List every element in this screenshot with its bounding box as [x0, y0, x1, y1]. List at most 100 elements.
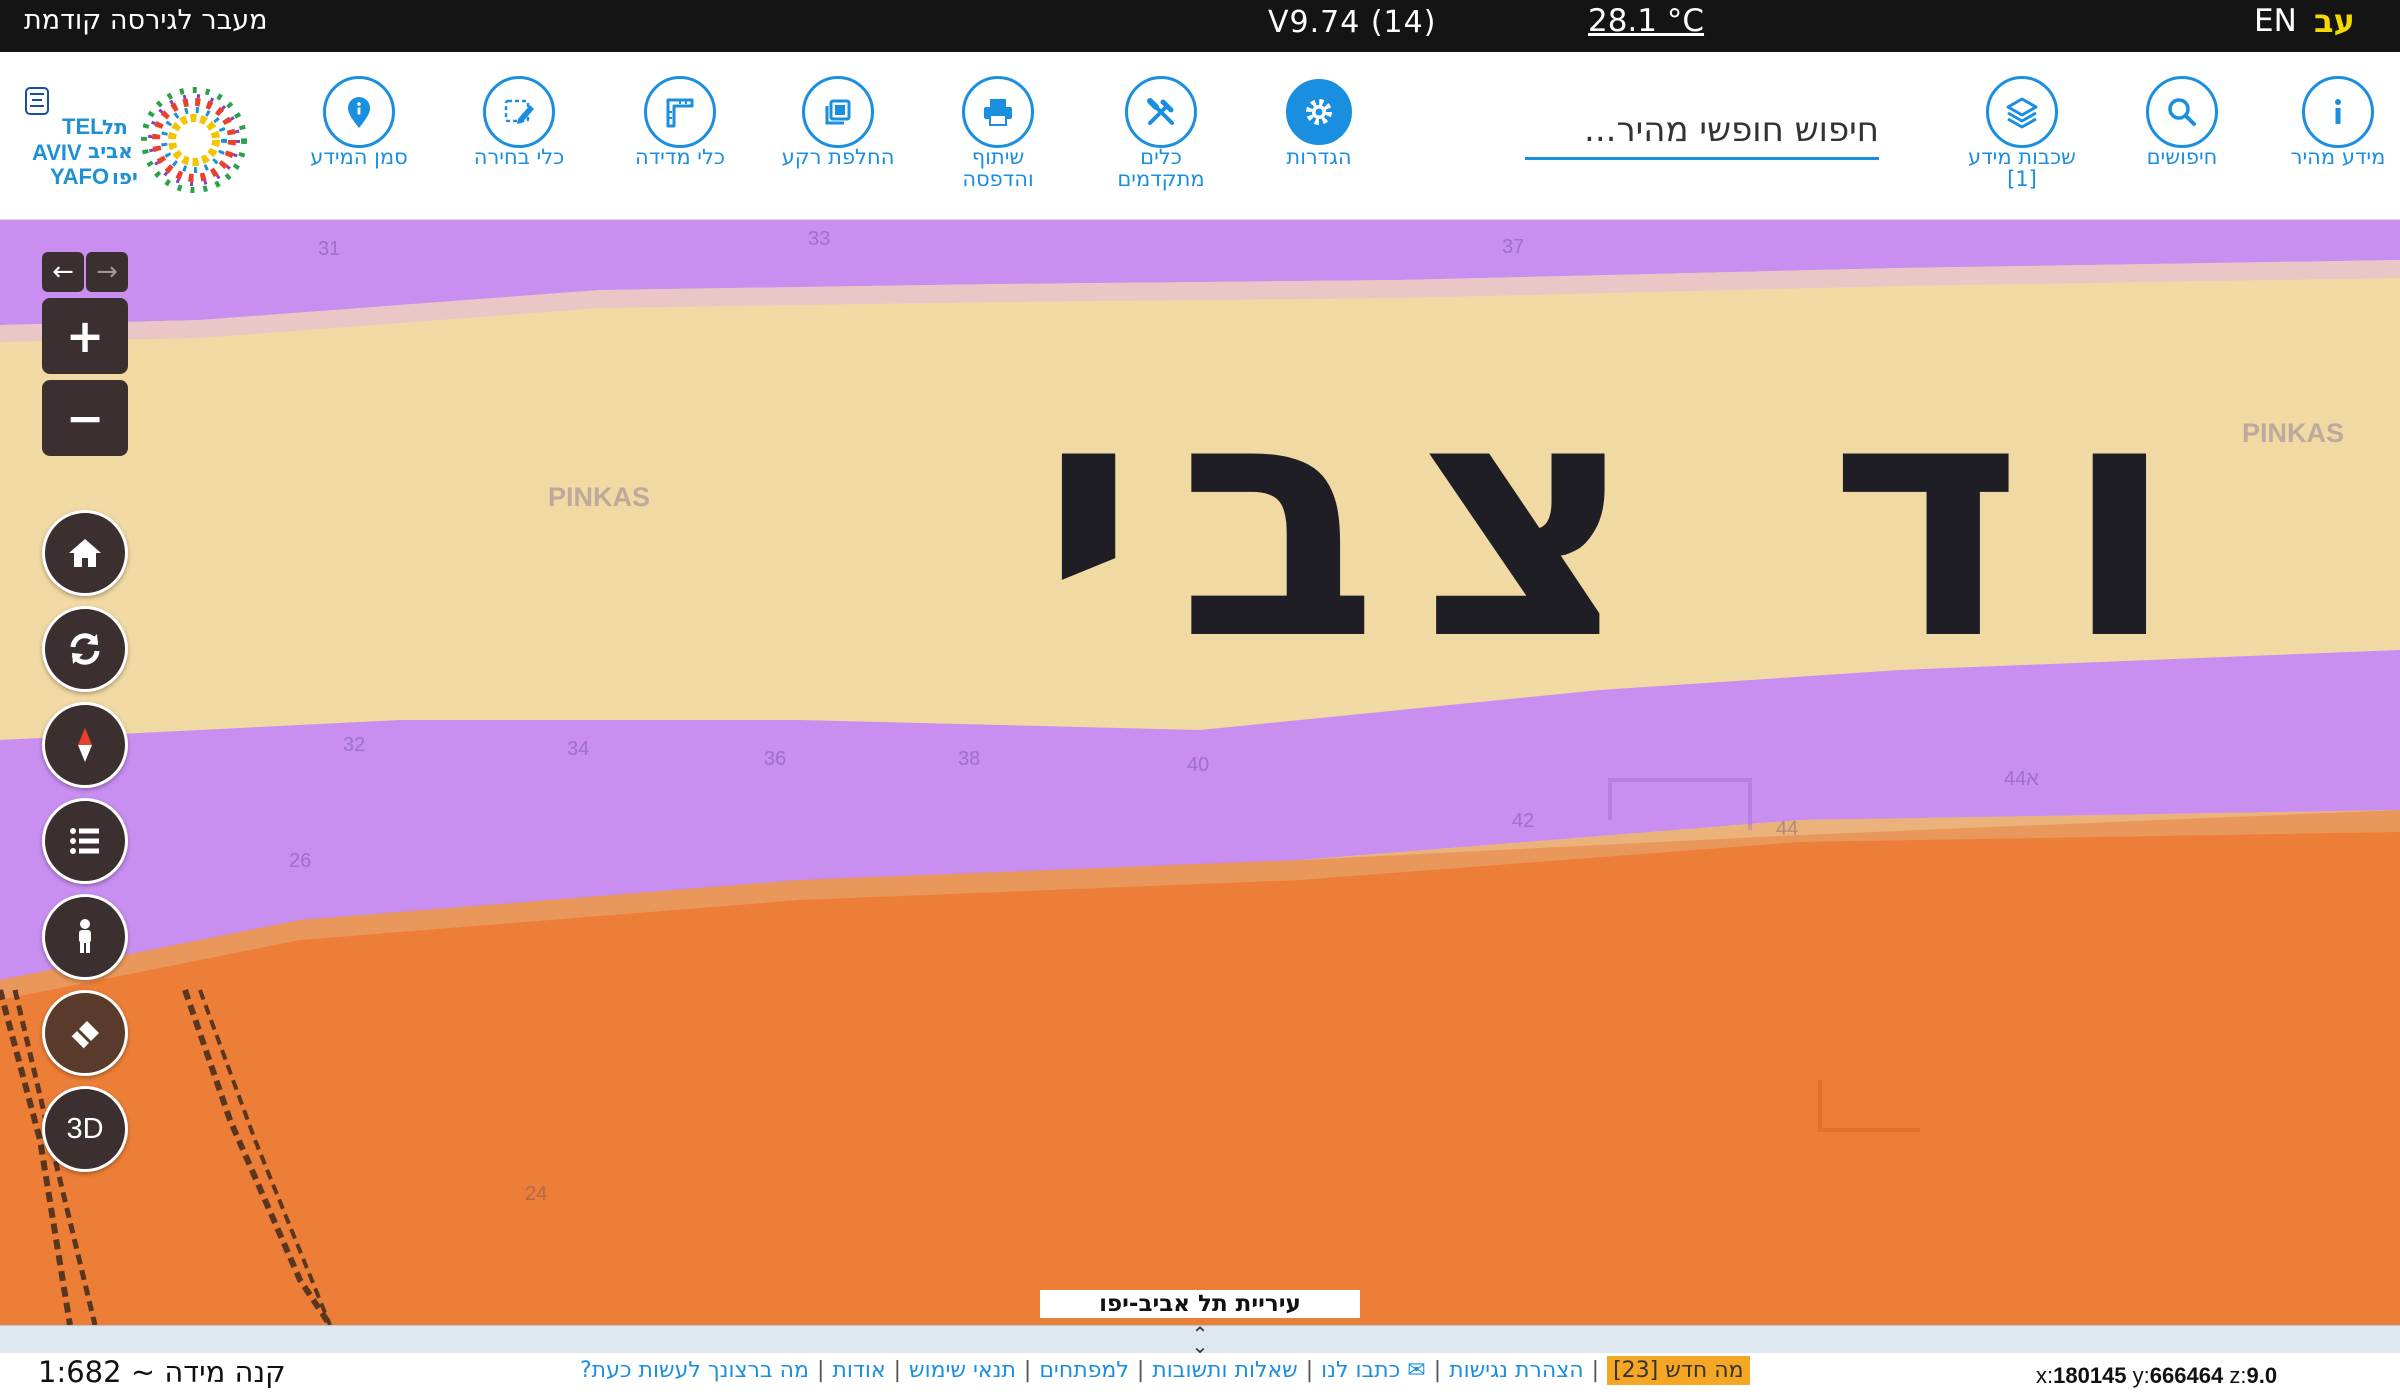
zoom-out-button[interactable]: −	[42, 380, 128, 456]
quick-info-label: מידע מהיר	[2290, 145, 2386, 169]
street-label: PINKAS	[2242, 418, 2345, 448]
status-footer: קנה מידה ~ 1:682 מה ברצונך לעשות כעת? | א…	[0, 1353, 2400, 1392]
home-button[interactable]	[42, 510, 128, 596]
house-number: 38	[958, 748, 981, 770]
pin-icon	[348, 97, 370, 128]
panel-resize-handle[interactable]: ⌃ ⌄	[0, 1321, 2400, 1358]
info-marker-button[interactable]: סמן המידע	[274, 76, 444, 170]
measure-tools-label: כלי מדידה	[634, 145, 726, 169]
resize-arrows-icon: ⌃ ⌄	[1191, 1321, 1209, 1358]
previous-version-link[interactable]: מעבר לגירסה קודמת	[24, 5, 268, 36]
layers-button[interactable]: שכבות מידע [1]	[1937, 76, 2107, 192]
list-icon	[70, 828, 99, 854]
language-hebrew-button[interactable]: עב	[2314, 2, 2355, 40]
svg-text:AVIV: AVIV	[32, 140, 82, 165]
logo-sunburst-icon	[141, 87, 247, 193]
coordinates-readout: x:180145 y:666464 z:9.0	[2036, 1363, 2278, 1388]
map-scale: קנה מידה ~ 1:682	[38, 1355, 286, 1389]
ruler-icon	[666, 98, 694, 128]
refresh-icon	[70, 633, 100, 665]
house-number: 42	[1512, 810, 1535, 832]
coord-x: 180145	[2053, 1363, 2127, 1388]
searches-label: חיפושים	[2146, 145, 2218, 169]
svg-text:YAFO: YAFO	[50, 164, 109, 189]
footer-links: מה ברצונך לעשות כעת? | אודות | תנאי שימוש |…	[580, 1353, 1750, 1387]
basemap-icon	[825, 99, 851, 125]
main-toolbar: TEL תל AVIV אביב YAFO יפו מידע מהיר חיפו…	[0, 52, 2400, 220]
person-icon	[79, 919, 91, 953]
house-number: 26	[289, 850, 312, 872]
layers-icon	[2006, 97, 2038, 129]
house-number: 37	[1502, 236, 1525, 258]
compass-button[interactable]	[42, 702, 128, 788]
svg-text:תל: תל	[102, 115, 128, 139]
advanced-tools-button[interactable]: כלים מתקדמים	[1076, 76, 1246, 192]
change-basemap-button[interactable]: החלפת רקע	[753, 76, 923, 170]
eraser-button[interactable]	[42, 990, 128, 1076]
advanced-tools-label-line2: מתקדמים	[1117, 167, 1205, 191]
map-canvas[interactable]: 31 33 37 32 34 36 38 40 42 44 44א 26 24 …	[0, 220, 2400, 1325]
svg-text:TEL: TEL	[62, 114, 104, 139]
tools-icon	[1147, 98, 1174, 125]
compass-icon	[78, 728, 92, 762]
refresh-button[interactable]	[42, 606, 128, 692]
house-number: 32	[343, 734, 366, 756]
legend-button[interactable]	[42, 798, 128, 884]
footer-link-terms[interactable]: תנאי שימוש	[909, 1358, 1016, 1383]
three-d-button[interactable]: 3D	[42, 1086, 128, 1172]
emblem-icon	[25, 87, 49, 115]
street-view-button[interactable]	[42, 894, 128, 980]
footer-link-faq[interactable]: שאלות ותשובות	[1152, 1358, 1297, 1383]
printer-icon	[984, 99, 1012, 126]
quick-search-input[interactable]	[1525, 102, 1879, 160]
measure-tools-button[interactable]: כלי מדידה	[595, 76, 765, 170]
info-marker-label: סמן המידע	[310, 145, 408, 169]
search-icon	[2168, 98, 2196, 126]
gear-icon	[1306, 99, 1332, 125]
eraser-icon	[70, 1021, 99, 1050]
top-bar: מעבר לגירסה קודמת V9.74 (14) 28.1 °C EN …	[0, 0, 2400, 52]
previous-extent-button[interactable]: ←	[42, 252, 84, 292]
home-icon	[69, 539, 101, 567]
info-icon	[2335, 99, 2341, 124]
house-number: 34	[567, 738, 590, 760]
svg-text:יפו: יפו	[112, 165, 138, 189]
settings-label: הגדרות	[1286, 145, 1352, 169]
footer-link-contact[interactable]: ✉ כתבו לנו	[1321, 1358, 1426, 1383]
select-icon	[504, 99, 534, 124]
svg-text:אביב: אביב	[88, 139, 133, 163]
change-basemap-label: החלפת רקע	[781, 145, 895, 169]
extent-navigation: ← →	[42, 252, 128, 292]
share-print-button[interactable]: שיתוף והדפסה	[913, 76, 1083, 192]
footer-link-accessibility[interactable]: הצהרת נגישות	[1449, 1358, 1584, 1383]
footer-link-about[interactable]: אודות	[832, 1358, 885, 1383]
selection-tools-button[interactable]: כלי בחירה	[434, 76, 604, 170]
street-name-label: וד צבי	[1040, 328, 2217, 712]
house-number: 44א	[2004, 768, 2039, 790]
whats-new-badge[interactable]: מה חדש [23]	[1607, 1355, 1750, 1385]
version-label: V9.74 (14)	[1268, 5, 1437, 40]
settings-button[interactable]: הגדרות	[1234, 76, 1404, 170]
footer-link-what-to-do[interactable]: מה ברצונך לעשות כעת?	[580, 1358, 809, 1383]
temperature-link[interactable]: 28.1 °C	[1588, 3, 1704, 39]
street-label: PINKAS	[548, 482, 651, 512]
coord-y: 666464	[2149, 1363, 2224, 1388]
share-print-label-line2: והדפסה	[962, 167, 1034, 191]
quick-info-button[interactable]: מידע מהיר	[2253, 76, 2400, 170]
house-number: 24	[525, 1183, 548, 1205]
zoom-in-button[interactable]: +	[42, 298, 128, 374]
language-english-button[interactable]: EN	[2254, 3, 2297, 39]
next-extent-button[interactable]: →	[86, 252, 128, 292]
searches-button[interactable]: חיפושים	[2097, 76, 2267, 170]
selection-tools-label: כלי בחירה	[473, 145, 565, 169]
map-attribution: עיריית תל אביב-יפו	[1040, 1290, 1360, 1318]
tel-aviv-yafo-logo: TEL תל AVIV אביב YAFO יפו	[22, 82, 254, 202]
layers-count: [1]	[2007, 167, 2037, 191]
house-number: 31	[318, 238, 341, 260]
house-number: 36	[764, 748, 787, 770]
coord-z: 9.0	[2246, 1363, 2278, 1388]
house-number: 33	[808, 228, 831, 250]
house-number: 44	[1776, 818, 1799, 840]
footer-link-developers[interactable]: למפתחים	[1039, 1358, 1129, 1383]
house-number: 40	[1187, 754, 1210, 776]
